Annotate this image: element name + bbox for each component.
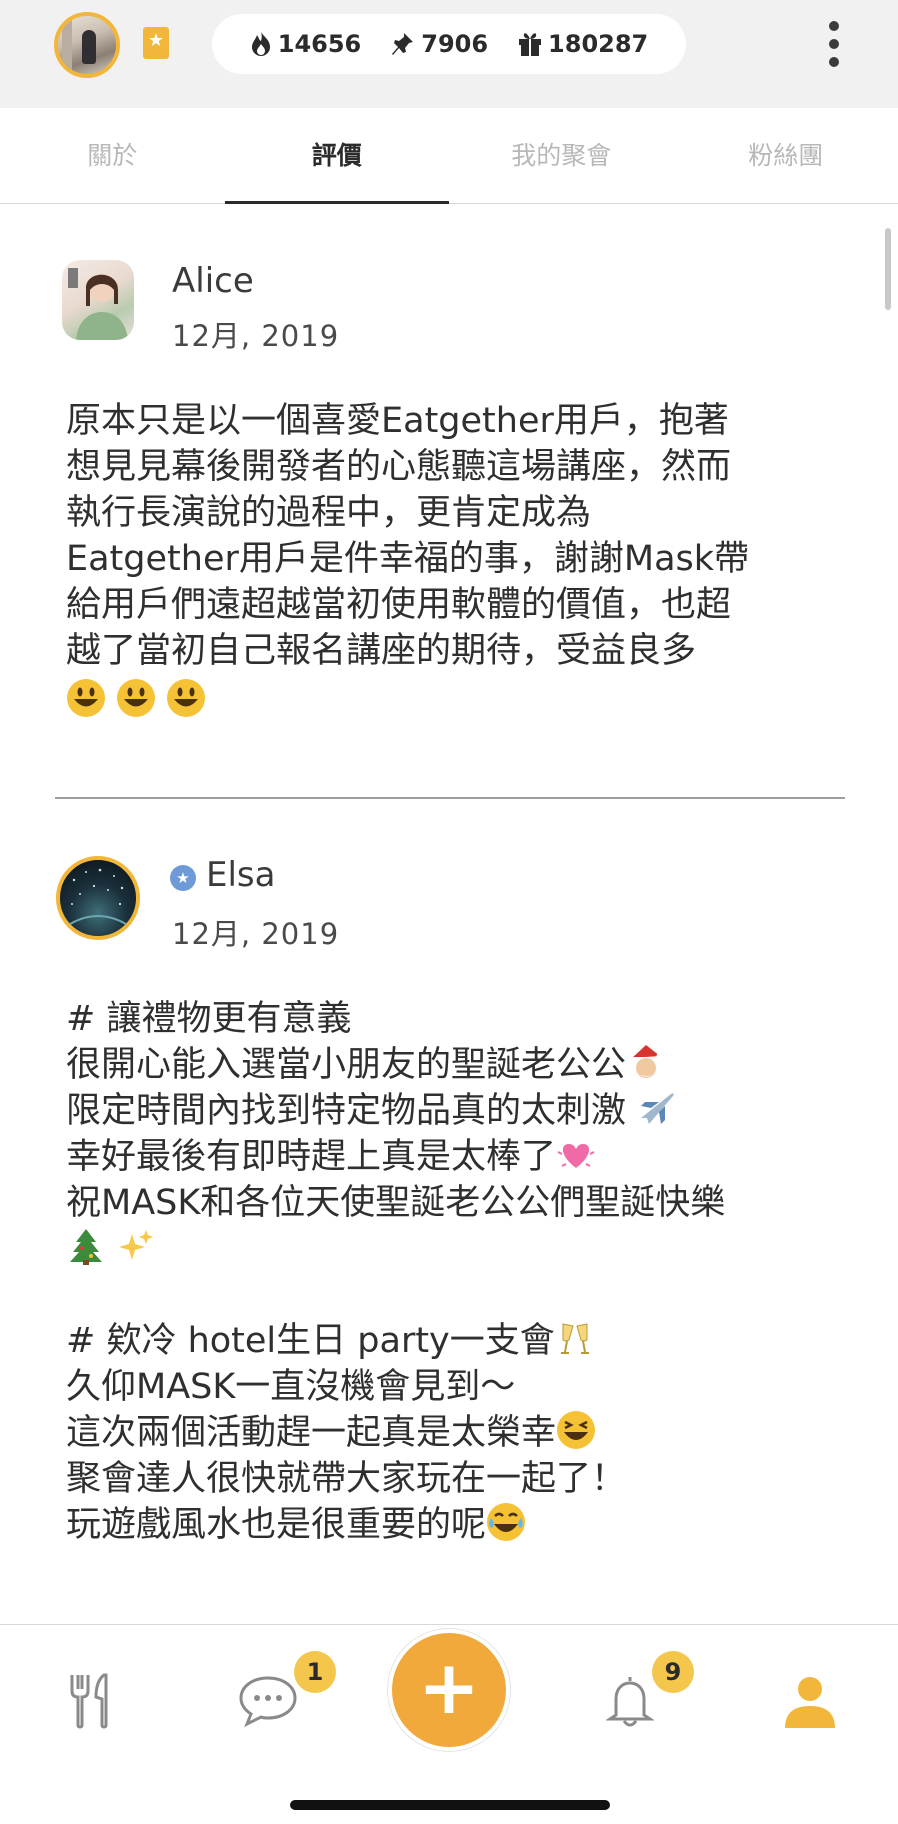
laughing-emoji xyxy=(557,1411,596,1449)
tab-reviews[interactable]: 評價 xyxy=(224,108,450,204)
santa-emoji xyxy=(632,1045,664,1078)
review-line: 玩遊戲風水也是很重要的呢 xyxy=(66,1502,842,1548)
review-line: 很開心能入選當小朋友的聖誕老公公 xyxy=(66,1042,842,1088)
utensils-icon xyxy=(70,1673,108,1729)
review-line xyxy=(66,1226,842,1272)
review-line: # 欸冷 hotel生日 party一支會 xyxy=(66,1318,842,1364)
review-text: # 讓禮物更有意義 很開心能入選當小朋友的聖誕老公公 限定時間內找到特定物品真的… xyxy=(66,996,842,1548)
verified-star-icon: ★ xyxy=(170,865,196,891)
tab-my-events[interactable]: 我的聚會 xyxy=(449,108,674,203)
reviewer-avatar[interactable] xyxy=(56,856,140,940)
flame-icon xyxy=(251,32,270,56)
reviewer-name[interactable]: Alice xyxy=(172,261,254,301)
reviewer-avatar[interactable] xyxy=(62,260,134,340)
stat-gift-value: 180287 xyxy=(548,30,649,58)
stats-pill: 14656 7906 180287 xyxy=(212,14,686,74)
sparkles-emoji xyxy=(119,1230,153,1260)
smiley-emoji xyxy=(117,679,155,717)
review-line: 祝MASK和各位天使聖誕老公公們聖誕快樂 xyxy=(66,1183,726,1223)
joy-emoji xyxy=(487,1503,526,1541)
stat-pin-value: 7906 xyxy=(421,30,489,58)
tab-about[interactable]: 關於 xyxy=(0,108,225,203)
gift-icon xyxy=(519,33,542,56)
review-line xyxy=(66,1272,842,1318)
champagne-emoji xyxy=(560,1323,589,1354)
christmas-tree-emoji xyxy=(70,1229,102,1265)
review-line: # 讓禮物更有意義 xyxy=(66,999,352,1039)
review-line: 聚會達人很快就帶大家玩在一起了！ xyxy=(66,1459,627,1499)
nav-messages[interactable]: 1 xyxy=(228,1651,336,1741)
more-options-icon[interactable] xyxy=(822,18,846,70)
notifications-badge: 9 xyxy=(652,1651,694,1693)
profile-tabs: 關於 評價 我的聚會 粉絲團 xyxy=(0,108,898,204)
home-indicator[interactable] xyxy=(290,1800,610,1810)
stat-flame: 14656 xyxy=(250,30,362,58)
pin-icon xyxy=(392,33,414,55)
profile-icon xyxy=(785,1677,835,1728)
nav-restaurants[interactable] xyxy=(50,1661,130,1741)
review-emojis xyxy=(66,678,216,726)
airplane-emoji xyxy=(641,1093,674,1124)
top-bar: ★ 14656 7906 180287 xyxy=(0,0,898,108)
review-text: 原本只是以一個喜愛Eatgether用戶，抱著 想見見幕後開發者的心態聽這場講座… xyxy=(66,401,750,671)
review-date: 12月, 2019 xyxy=(172,319,340,353)
nav-profile[interactable] xyxy=(770,1661,850,1741)
nav-notifications[interactable]: 9 xyxy=(590,1651,694,1741)
smiley-emoji xyxy=(167,679,205,717)
tab-fan-club[interactable]: 粉絲團 xyxy=(674,108,898,203)
bookmark-star-icon[interactable]: ★ xyxy=(143,27,169,59)
review-line: 限定時間內找到特定物品真的太刺激 xyxy=(66,1088,842,1134)
bell-icon xyxy=(606,1677,654,1727)
bottom-nav: 1 + 9 xyxy=(0,1624,898,1824)
profile-avatar[interactable] xyxy=(54,12,120,78)
stat-flame-value: 14656 xyxy=(277,30,362,58)
stat-gift: 180287 xyxy=(518,30,648,58)
heart-emoji xyxy=(557,1144,595,1168)
smiley-emoji xyxy=(67,679,105,717)
scrollbar[interactable] xyxy=(885,228,891,310)
review-line: 幸好最後有即時趕上真是太棒了 xyxy=(66,1134,842,1180)
review-line: 久仰MASK一直沒機會見到～ xyxy=(66,1367,516,1407)
review-line: 這次兩個活動趕一起真是太榮幸 xyxy=(66,1410,842,1456)
chat-icon xyxy=(239,1676,297,1728)
messages-badge: 1 xyxy=(294,1651,336,1693)
review-date: 12月, 2019 xyxy=(172,917,340,951)
create-button[interactable]: + xyxy=(388,1629,510,1751)
stat-pin: 7906 xyxy=(391,30,488,58)
review-divider xyxy=(55,797,845,799)
reviewer-name[interactable]: Elsa xyxy=(206,855,275,895)
